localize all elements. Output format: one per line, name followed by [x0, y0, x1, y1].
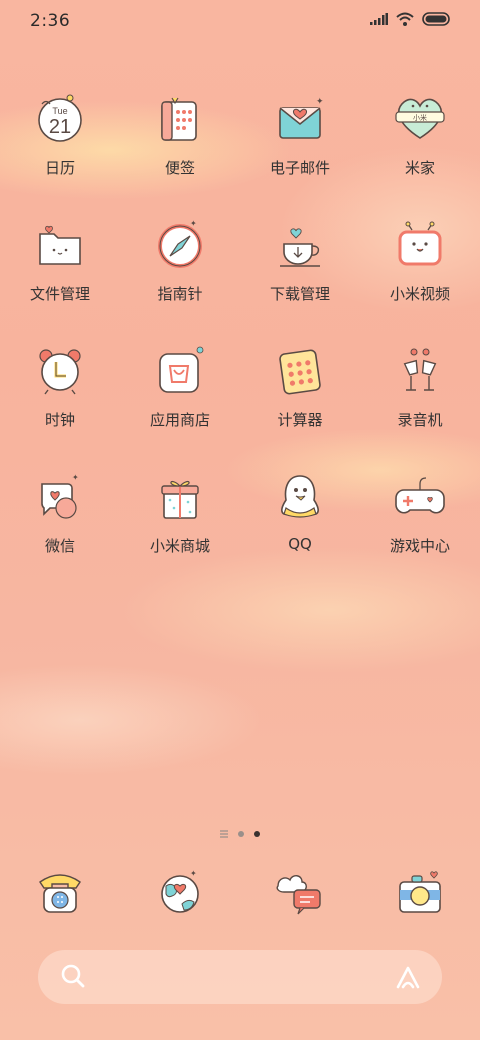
status-time: 2:36 — [30, 11, 71, 31]
notes-icon — [161, 97, 197, 141]
app-label: 日历 — [44, 159, 75, 177]
app-wechat[interactable]: ✦ 微信 — [0, 466, 120, 592]
app-file-manager[interactable]: 文件管理 — [0, 214, 120, 340]
status-icons — [370, 12, 452, 26]
calculator-icon — [279, 349, 321, 395]
signal-icon — [370, 13, 388, 25]
svg-text:21: 21 — [49, 116, 71, 138]
app-label: 电子邮件 — [269, 159, 330, 177]
menu-lines-icon — [220, 830, 228, 838]
game-center-icon — [395, 477, 445, 514]
wifi-icon — [396, 12, 414, 26]
app-label: 便签 — [164, 159, 195, 177]
svg-text:✦: ✦ — [190, 869, 197, 878]
battery-icon — [422, 12, 450, 26]
qq-icon — [281, 475, 319, 518]
search-icon[interactable] — [60, 963, 86, 989]
svg-text:✦: ✦ — [316, 97, 324, 107]
app-label: 下载管理 — [269, 285, 330, 303]
browser-icon: ✦ — [161, 869, 199, 913]
svg-text:✦: ✦ — [190, 219, 197, 228]
app-clock[interactable]: 时钟 — [0, 340, 120, 466]
app-row: 时钟 应用商店 计算器 录音机 — [0, 340, 480, 466]
app-label: 小米视频 — [389, 285, 450, 303]
assistant-icon[interactable] — [394, 964, 422, 990]
video-icon — [398, 221, 442, 266]
clock-icon — [39, 349, 81, 395]
app-compass[interactable]: ✦ 指南针 — [120, 214, 240, 340]
app-mi-store[interactable]: 小米商城 — [120, 466, 240, 592]
app-mi-video[interactable]: 小米视频 — [360, 214, 480, 340]
app-recorder[interactable]: 录音机 — [360, 340, 480, 466]
app-qq[interactable]: QQ — [240, 466, 360, 592]
svg-text:Tue: Tue — [52, 106, 67, 116]
camera-icon — [399, 871, 441, 913]
app-calculator[interactable]: 计算器 — [240, 340, 360, 466]
folder-icon — [39, 225, 81, 265]
phone-icon — [39, 874, 81, 913]
app-label: 指南针 — [157, 285, 203, 303]
app-app-store[interactable]: 应用商店 — [120, 340, 240, 466]
app-label: 录音机 — [397, 411, 443, 429]
app-label: 小米商城 — [149, 537, 210, 555]
recorder-icon — [403, 348, 437, 391]
messages-icon — [276, 875, 321, 915]
app-label: 游戏中心 — [389, 537, 450, 555]
app-grid: Tue 21 日历 便签 ✦ 电子邮件 小米 米家 文件管理 ✦ 指南针 下载管… — [0, 88, 480, 592]
app-label: 微信 — [44, 537, 75, 555]
app-label: 米家 — [404, 159, 435, 177]
mi-store-icon — [161, 481, 199, 519]
app-download[interactable]: 下载管理 — [240, 214, 360, 340]
svg-text:小米: 小米 — [413, 113, 427, 122]
app-mijia[interactable]: 小米 米家 — [360, 88, 480, 214]
app-label: 时钟 — [44, 411, 75, 429]
mijia-icon: 小米 — [395, 98, 445, 139]
svg-text:✦: ✦ — [72, 473, 79, 482]
app-label: QQ — [288, 535, 312, 553]
page-dot[interactable] — [238, 831, 244, 837]
search-bar[interactable] — [38, 950, 442, 1004]
dock: ✦ — [0, 862, 480, 922]
page-indicator[interactable] — [0, 830, 480, 838]
wechat-icon: ✦ — [41, 473, 79, 519]
app-calendar[interactable]: Tue 21 日历 — [0, 88, 120, 214]
dock-phone[interactable] — [0, 862, 120, 922]
app-label: 计算器 — [277, 411, 323, 429]
app-notes[interactable]: 便签 — [120, 88, 240, 214]
app-row: ✦ 微信 小米商城 QQ 游戏中心 — [0, 466, 480, 592]
dock-messages[interactable] — [240, 862, 360, 922]
dock-camera[interactable] — [360, 862, 480, 922]
app-row: Tue 21 日历 便签 ✦ 电子邮件 小米 米家 — [0, 88, 480, 214]
app-label: 文件管理 — [29, 285, 90, 303]
app-game-center[interactable]: 游戏中心 — [360, 466, 480, 592]
app-store-icon — [159, 346, 204, 393]
download-icon — [280, 228, 320, 267]
app-label: 应用商店 — [149, 411, 210, 429]
compass-icon: ✦ — [158, 219, 202, 268]
status-bar: 2:36 — [0, 0, 480, 40]
page-dot-active[interactable] — [254, 831, 260, 837]
app-row: 文件管理 ✦ 指南针 下载管理 小米视频 — [0, 214, 480, 340]
app-email[interactable]: ✦ 电子邮件 — [240, 88, 360, 214]
calendar-icon: Tue 21 — [38, 94, 82, 142]
email-icon: ✦ — [279, 97, 324, 139]
dock-browser[interactable]: ✦ — [120, 862, 240, 922]
